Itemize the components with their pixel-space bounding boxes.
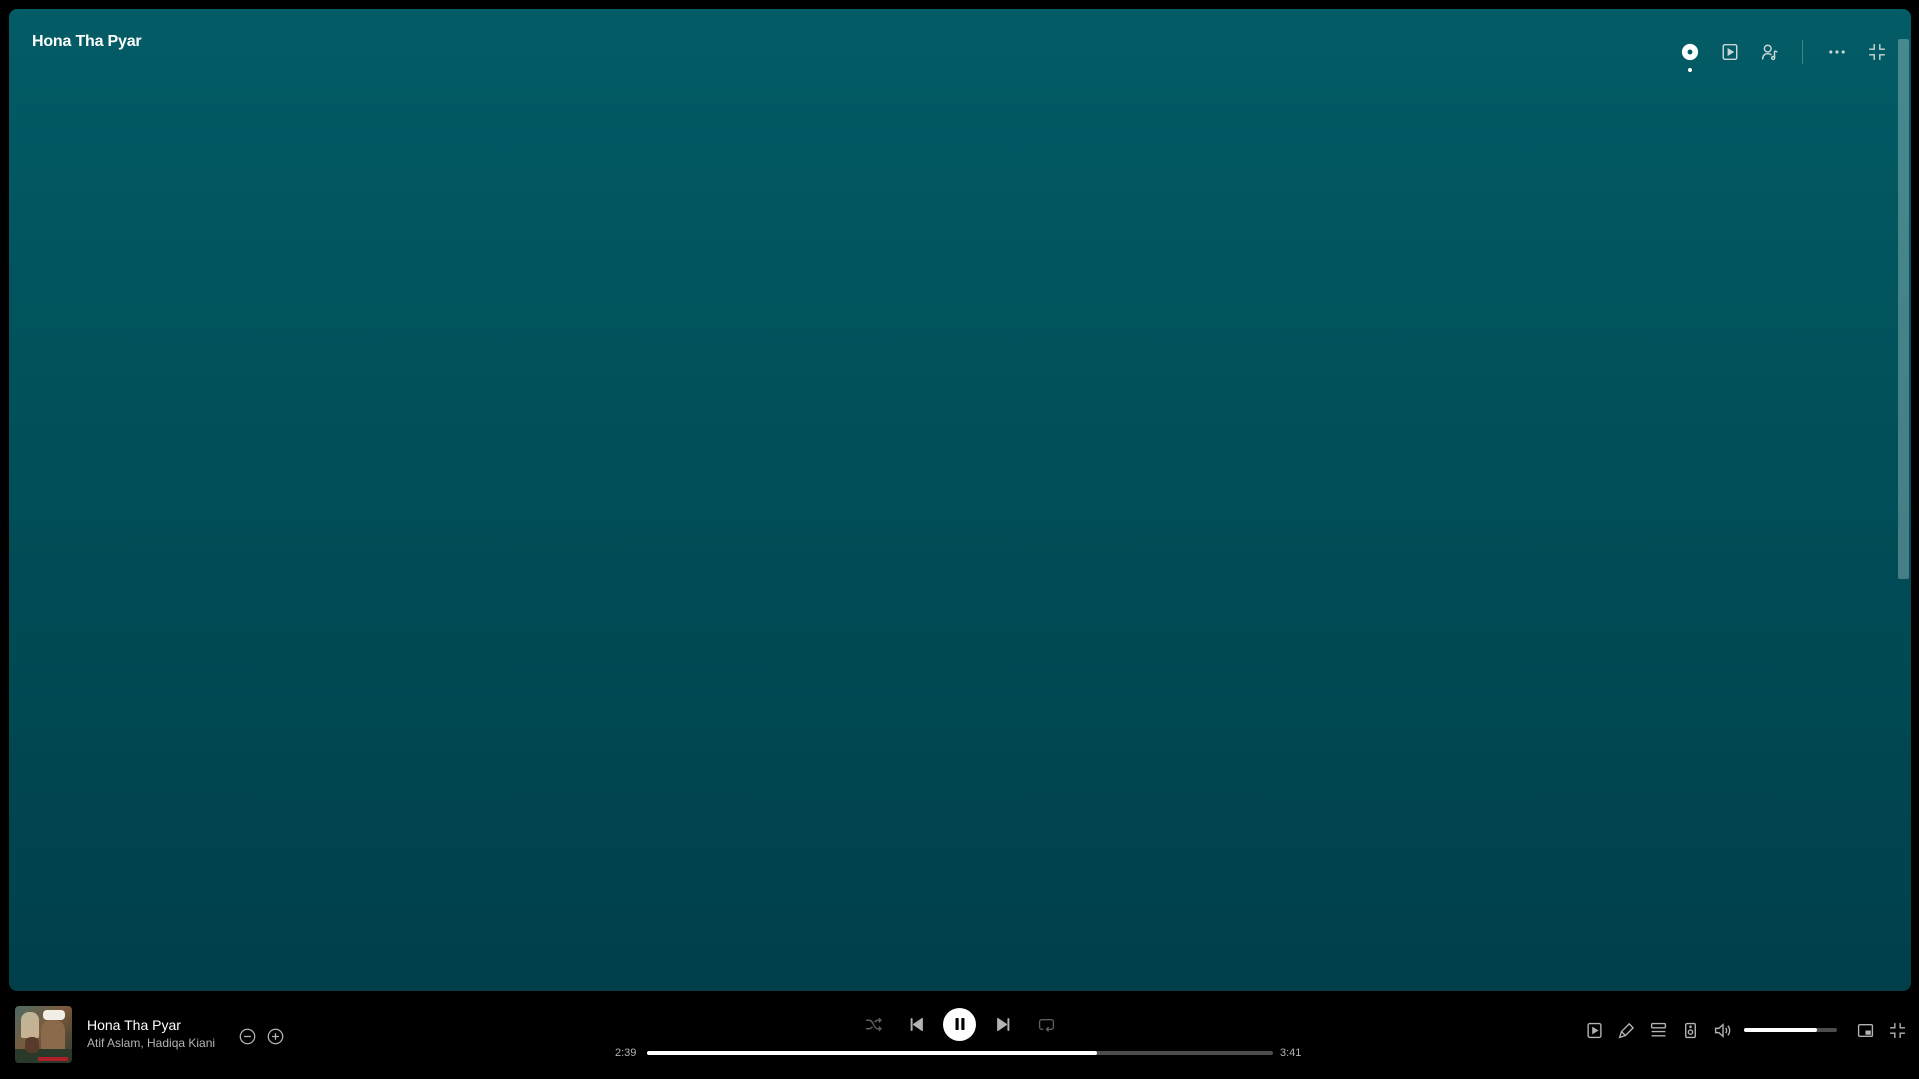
minus-circle-icon [239, 1028, 255, 1044]
connect-device-button[interactable] [1674, 1014, 1706, 1046]
queue-button[interactable] [1642, 1014, 1674, 1046]
track-artists[interactable]: Atif Aslam, Hadiqa Kiani [87, 1034, 215, 1052]
lyrics-button[interactable] [1754, 36, 1786, 68]
pause-icon [955, 1018, 964, 1030]
exit-fullscreen-player-button[interactable] [1881, 1014, 1913, 1046]
total-time: 3:41 [1280, 1047, 1302, 1059]
now-playing-actions [233, 1022, 289, 1050]
skip-back-icon [910, 1017, 923, 1031]
exit-fullscreen-icon [1869, 44, 1885, 60]
track-info: Hona Tha Pyar Atif Aslam, Hadiqa Kiani [87, 1016, 215, 1052]
video-icon [1722, 43, 1738, 61]
progress-bar-fill [647, 1051, 1098, 1055]
miniplayer-icon [1857, 1023, 1873, 1037]
play-square-icon [1586, 1022, 1602, 1038]
shuffle-button[interactable] [857, 1008, 889, 1040]
repeat-icon [1038, 1018, 1054, 1032]
volume-slider-fill [1744, 1028, 1817, 1032]
mute-button[interactable] [1706, 1014, 1738, 1046]
remove-from-library-button[interactable] [233, 1022, 261, 1050]
extra-controls [1578, 1014, 1913, 1046]
volume-icon [1714, 1022, 1730, 1038]
progress-bar[interactable] [647, 1051, 1273, 1055]
panel-top-actions [1666, 36, 1893, 72]
spotify-fullscreen-app: Hona Tha Pyar Hona Tha Pyar Atif Aslam, … [0, 0, 1919, 1079]
player-bar: Hona Tha Pyar Atif Aslam, Hadiqa Kiani [0, 992, 1919, 1079]
previous-button[interactable] [900, 1008, 932, 1040]
progress-row: 2:39 3:41 [600, 1045, 1320, 1061]
album-cover[interactable] [15, 1005, 72, 1063]
now-playing-view-icon [1681, 43, 1699, 61]
top-actions-divider [1802, 40, 1803, 64]
now-playing-widget: Hona Tha Pyar Atif Aslam, Hadiqa Kiani [15, 1005, 289, 1063]
now-playing-view-button[interactable] [1674, 36, 1706, 72]
next-button[interactable] [987, 1008, 1019, 1040]
repeat-button[interactable] [1030, 1008, 1062, 1040]
queue-icon [1650, 1022, 1666, 1037]
scrollbar[interactable] [1898, 39, 1909, 579]
add-to-playlist-button[interactable] [261, 1022, 289, 1050]
exit-fullscreen-button[interactable] [1861, 36, 1893, 68]
lyrics-mic-icon [1761, 44, 1778, 61]
miniplayer-button[interactable] [1849, 1014, 1881, 1046]
exit-fullscreen-icon [1889, 1022, 1905, 1038]
now-playing-panel: Hona Tha Pyar [9, 9, 1911, 991]
video-button[interactable] [1714, 36, 1746, 68]
skip-forward-icon [996, 1017, 1009, 1031]
speaker-device-icon [1684, 1022, 1696, 1038]
now-playing-view-toggle[interactable] [1578, 1014, 1610, 1046]
microphone-icon [1618, 1022, 1634, 1038]
lyrics-toggle-button[interactable] [1610, 1014, 1642, 1046]
track-title[interactable]: Hona Tha Pyar [87, 1016, 215, 1034]
pause-button[interactable] [943, 1007, 976, 1041]
shuffle-icon [865, 1017, 882, 1031]
more-options-button[interactable] [1821, 36, 1853, 68]
playback-controls [857, 1006, 1062, 1042]
current-time: 2:39 [615, 1047, 637, 1059]
volume-slider[interactable] [1744, 1028, 1837, 1032]
panel-title: Hona Tha Pyar [32, 33, 142, 50]
plus-circle-icon [267, 1028, 283, 1044]
more-options-icon [1829, 50, 1845, 54]
